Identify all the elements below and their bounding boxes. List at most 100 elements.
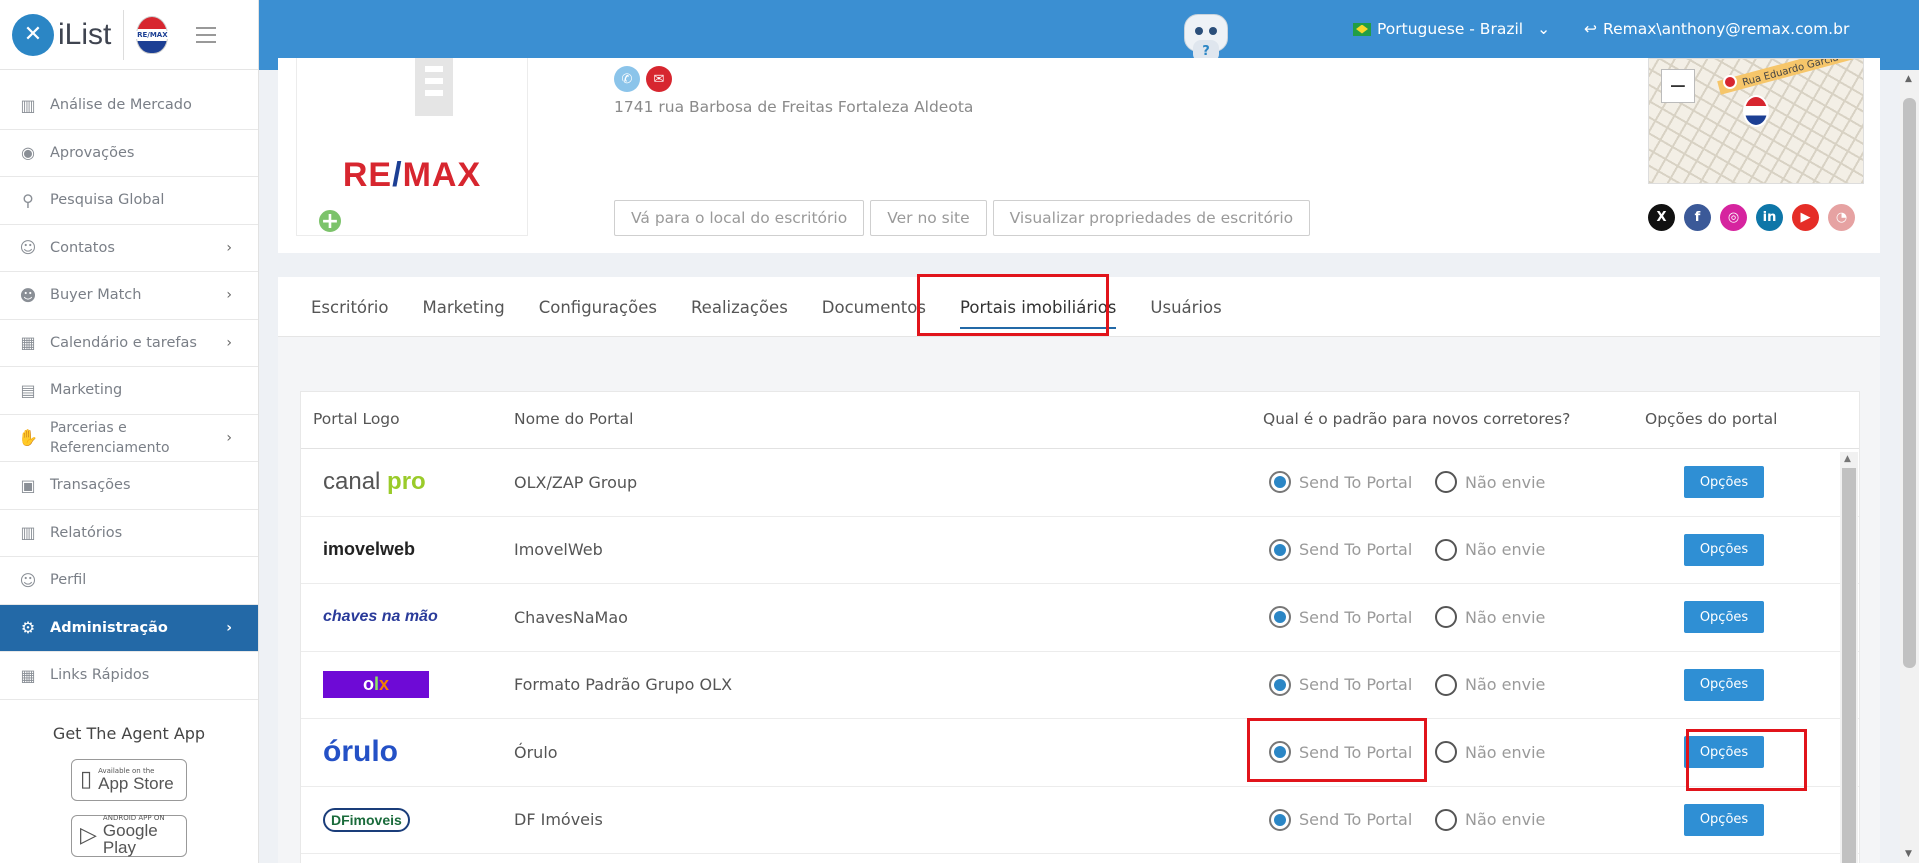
options-button[interactable]: Opções <box>1684 803 1764 836</box>
header-portal-name: Nome do Portal <box>514 410 634 428</box>
sidebar-item-eye[interactable]: ◉ Aprovações <box>0 130 258 177</box>
options-button[interactable]: Opções <box>1684 668 1764 701</box>
weibo-icon[interactable]: ◔ <box>1828 204 1855 231</box>
brand-name[interactable]: iList <box>58 18 111 52</box>
portals-content: Portal Logo Nome do Portal Qual é o padr… <box>278 337 1880 863</box>
chevron-right-icon: › <box>226 239 232 256</box>
app-store-button[interactable]: ▯ Available on the App Store <box>71 758 187 801</box>
language-selector[interactable]: Portuguese - Brazil ⌄ <box>1353 20 1550 38</box>
do-not-send-radio[interactable]: Não envie <box>1435 808 1545 831</box>
chevron-right-icon: › <box>226 619 232 636</box>
send-to-portal-radio[interactable]: Send To Portal <box>1269 606 1412 629</box>
tab-6[interactable]: Usuários <box>1150 298 1221 329</box>
instagram-icon[interactable]: ◎ <box>1720 204 1747 231</box>
do-not-send-radio[interactable]: Não envie <box>1435 673 1545 696</box>
office-map[interactable]: Rua Eduardo Garcia − <box>1648 58 1864 184</box>
sidebar-item-buyer[interactable]: ☻ Buyer Match › <box>0 272 258 320</box>
reply-arrow-icon: ↩ <box>1584 20 1597 38</box>
portals-table: Portal Logo Nome do Portal Qual é o padr… <box>300 391 1860 863</box>
view-office-properties-button[interactable]: Visualizar propriedades de escritório <box>992 200 1311 236</box>
header-default-setting: Qual é o padrão para novos corretores? <box>1263 410 1571 428</box>
options-button[interactable]: Opções <box>1684 533 1764 566</box>
table-row: órulo Órulo Send To Portal Não envie Opç… <box>301 719 1859 787</box>
hamburger-menu-icon[interactable] <box>196 26 217 43</box>
tab-2[interactable]: Configurações <box>539 298 657 329</box>
app-store-big: App Store <box>98 773 174 793</box>
sidebar-item-calendar[interactable]: ▦ Calendário e tarefas › <box>0 320 258 367</box>
tab-5[interactable]: Portais imobiliários <box>959 298 1117 329</box>
sidebar-item-label: Calendário e tarefas <box>50 334 197 351</box>
search-icon: ⚲ <box>22 190 34 210</box>
sidebar-item-bar-chart[interactable]: ▥ Análise de Mercado <box>0 82 258 130</box>
sidebar-item-handshake[interactable]: ✋ Parcerias e Referenciamento › <box>0 415 258 462</box>
office-address: 1741 rua Barbosa de Freitas Fortaleza Al… <box>614 98 974 116</box>
youtube-icon[interactable]: ▶ <box>1792 204 1819 231</box>
send-to-portal-radio[interactable]: Send To Portal <box>1269 471 1412 494</box>
tab-1[interactable]: Marketing <box>423 298 505 329</box>
chavesnamao-logo: chaves na mão <box>323 608 438 626</box>
tab-3[interactable]: Realizações <box>691 298 788 329</box>
user-account[interactable]: ↩ Remax\anthony@remax.com.br <box>1584 20 1849 38</box>
robot-assistant-icon[interactable]: ? <box>1183 6 1229 64</box>
profile-icon: ☺ <box>19 570 37 590</box>
send-to-portal-radio[interactable]: Send To Portal <box>1269 673 1412 696</box>
tab-4[interactable]: Documentos <box>822 298 926 329</box>
brand-header: ✕ iList RE/MAX <box>0 0 258 70</box>
do-not-send-radio[interactable]: Não envie <box>1435 741 1545 764</box>
facebook-icon[interactable]: f <box>1684 204 1711 231</box>
phone-icon[interactable]: ✆ <box>614 66 640 92</box>
ilist-logo-icon[interactable]: ✕ <box>12 13 54 56</box>
sidebar-item-briefcase[interactable]: ▣ Transações <box>0 462 258 510</box>
send-to-portal-radio[interactable]: Send To Portal <box>1269 808 1412 831</box>
balloon-text: RE/MAX <box>136 30 169 39</box>
linkedin-icon[interactable]: in <box>1756 204 1783 231</box>
sidebar-item-search[interactable]: ⚲ Pesquisa Global <box>0 177 258 225</box>
book-icon: ▤ <box>20 380 36 400</box>
map-zoom-out-button[interactable]: − <box>1661 69 1695 103</box>
portal-name: DF Imóveis <box>514 810 603 830</box>
do-not-send-radio[interactable]: Não envie <box>1435 538 1545 561</box>
view-on-site-button[interactable]: Ver no site <box>870 200 987 236</box>
send-to-portal-radio[interactable]: Send To Portal <box>1269 538 1412 561</box>
chevron-right-icon: › <box>226 429 232 446</box>
page-scrollbar[interactable]: ▲ ▼ <box>1900 70 1919 863</box>
reports-icon: ▥ <box>20 523 36 543</box>
tabs-card: Escritório Marketing Configurações Realizaç… <box>278 277 1880 337</box>
options-button[interactable]: Opções <box>1684 736 1764 769</box>
sidebar-item-profile[interactable]: ☺ Perfil <box>0 557 258 605</box>
map-street <box>1717 59 1863 95</box>
table-row: olx Formato Padrão Grupo OLX Send To Por… <box>301 652 1859 719</box>
remax-logo: RE/MAX <box>342 156 482 194</box>
x-icon[interactable]: X <box>1648 204 1675 231</box>
mail-icon[interactable]: ✉ <box>646 66 672 92</box>
sidebar-item-label: Transações <box>50 477 131 494</box>
sidebar-item-gear[interactable]: ⚙ Administração › <box>0 604 258 652</box>
options-button[interactable]: Opções <box>1684 601 1764 634</box>
google-play-button[interactable]: ▷ ANDROID APP ON Google Play <box>71 814 187 857</box>
eye-icon: ◉ <box>21 143 35 163</box>
sidebar: ✕ iList RE/MAX ▥ Análise de Mercado ◉ Apr… <box>0 0 259 863</box>
do-not-send-radio[interactable]: Não envie <box>1435 606 1545 629</box>
sidebar-item-contacts[interactable]: ☺ Contatos › <box>0 225 258 272</box>
sidebar-item-label: Marketing <box>50 382 123 399</box>
dfimoveis-logo: DFimoveis <box>323 807 410 832</box>
office-action-buttons: Vá para o local do escritório Ver no sit… <box>614 200 1311 236</box>
briefcase-icon: ▣ <box>20 475 36 495</box>
sidebar-item-links[interactable]: ▦ Links Rápidos <box>0 652 258 700</box>
table-row: chaves na mão ChavesNaMao Send To Portal… <box>301 584 1859 652</box>
do-not-send-radio[interactable]: Não envie <box>1435 471 1545 494</box>
send-to-portal-radio[interactable]: Send To Portal <box>1269 741 1412 764</box>
olx-logo: olx <box>323 671 429 699</box>
language-label: Portuguese - Brazil <box>1377 20 1524 38</box>
add-photo-button[interactable]: + <box>317 208 343 234</box>
sidebar-item-book[interactable]: ▤ Marketing <box>0 367 258 415</box>
map-marker-icon <box>1723 75 1737 89</box>
calendar-icon: ▦ <box>20 333 36 353</box>
sidebar-item-reports[interactable]: ▥ Relatórios <box>0 510 258 557</box>
buyer-icon: ☻ <box>19 285 37 305</box>
options-button[interactable]: Opções <box>1684 466 1764 499</box>
go-to-office-location-button[interactable]: Vá para o local do escritório <box>614 200 865 236</box>
tab-0[interactable]: Escritório <box>311 298 389 329</box>
chevron-right-icon: › <box>226 334 232 351</box>
table-scrollbar[interactable]: ▲ <box>1840 452 1858 863</box>
